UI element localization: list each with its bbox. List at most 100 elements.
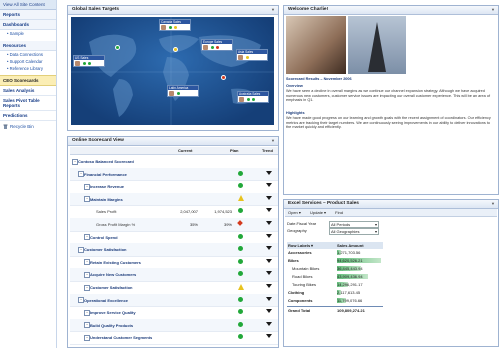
pivot-row-label: Accessories <box>288 250 312 255</box>
trend-arrow-down-icon <box>266 271 272 276</box>
left-navigation: View All Site Content Reports Dashboards… <box>0 0 57 348</box>
panel-menu-icon[interactable]: ▼ <box>271 6 275 14</box>
sales-card-latin-america[interactable]: Latin America <box>167 85 199 97</box>
pivot-row[interactable]: Mountain Bikes 36,445,443.94 <box>287 265 383 272</box>
trend-arrow-down-icon <box>266 221 272 225</box>
dropdown-arrow-icon: ▾ <box>374 229 377 234</box>
kpi-name[interactable]: Financial Performance <box>84 172 127 177</box>
scorecard-row[interactable]: − Retain Existing Customers <box>70 256 278 270</box>
scorecard-row[interactable]: − Maintain Margins <box>70 192 278 207</box>
kpi-name[interactable]: Improve Service Quality <box>90 310 136 315</box>
online-scorecard-panel: Online Scorecard View ▼ Current Plan Tren… <box>67 136 279 348</box>
sales-card-asia[interactable]: Asia Sales <box>236 49 268 61</box>
status-indicator-green <box>211 45 214 49</box>
trend-arrow-down-icon <box>266 208 272 213</box>
scorecard-row[interactable]: − Operational Excellence <box>70 293 278 308</box>
scorecard-row[interactable]: Sales Profit 2,047,007 1,974,523 <box>70 205 278 219</box>
find-button[interactable]: Find <box>335 210 343 215</box>
pivot-row[interactable]: Components 11,799,076.66 <box>287 297 383 304</box>
grand-total-row: Grand Total 109,809,274.21 <box>287 306 383 314</box>
kpi-name[interactable]: Increase Revenue <box>90 184 124 189</box>
geography-filter-dropdown[interactable]: All Geographies ▾ <box>329 228 379 235</box>
scorecard-header-row: Current Plan Trend <box>70 147 278 155</box>
trend-arrow-down-icon <box>266 284 272 288</box>
nav-item-predictions[interactable]: Predictions <box>0 111 56 121</box>
nav-link-support-calendar[interactable]: • Support Calendar <box>0 58 56 65</box>
kpi-name[interactable]: Sales Profit <box>96 209 116 214</box>
nav-item-sales-pivot-reports[interactable]: Sales Pivot Table Reports <box>0 96 56 111</box>
nav-item-sales-analysis[interactable]: Sales Analysis <box>0 86 56 96</box>
kpi-current-value: 2,047,007 <box>180 209 198 215</box>
status-indicator-green <box>247 97 250 101</box>
status-indicator-green <box>238 258 243 264</box>
scorecard-row[interactable]: − Customer Satisfaction <box>70 243 278 257</box>
scorecard-row[interactable]: − Understand Customer Segments <box>70 331 278 345</box>
scorecard-row[interactable]: − Customer Satisfaction <box>70 281 278 295</box>
kpi-name[interactable]: Understand Customer Segments <box>90 335 152 340</box>
kpi-name[interactable]: Customer Satisfaction <box>84 247 126 252</box>
scorecard-row[interactable]: − Increase Revenue <box>70 180 278 194</box>
trend-arrow-down-icon <box>266 183 272 188</box>
kpi-name[interactable]: Gross Profit Margin % <box>96 222 135 227</box>
kpi-name[interactable]: Acquire New Customers <box>90 272 136 277</box>
nav-section-reports[interactable]: Reports <box>0 10 56 20</box>
map-pin[interactable] <box>221 75 226 80</box>
filter-dropdown-icon[interactable]: ▾ <box>311 242 313 249</box>
nav-item-ceo-scorecards[interactable]: CEO Scorecards <box>0 75 56 86</box>
nav-section-resources[interactable]: Resources <box>0 41 56 51</box>
trend-arrow-down-icon <box>266 233 272 238</box>
status-indicator-green <box>88 61 91 65</box>
scorecard-row[interactable]: − Acquire New Customers <box>70 268 278 282</box>
panel-menu-icon[interactable]: ▼ <box>271 137 275 145</box>
nav-link-data-connections[interactable]: • Data Connections <box>0 51 56 58</box>
status-indicator-green <box>177 91 180 95</box>
scorecard-row[interactable]: Gross Profit Margin % 35% 39% <box>70 218 278 232</box>
map-pin[interactable] <box>173 47 178 52</box>
sales-card-europe[interactable]: Europe Sales <box>201 39 233 51</box>
fiscal-year-filter-dropdown[interactable]: All Periods ▾ <box>329 221 379 228</box>
status-indicator-red <box>237 220 243 226</box>
scorecard-row[interactable]: − Improve Service Quality <box>70 306 278 320</box>
kpi-name[interactable]: Retain Existing Customers <box>90 260 141 265</box>
nav-link-sample[interactable]: • Sample <box>0 30 56 37</box>
nav-section-dashboards[interactable]: Dashboards <box>0 20 56 30</box>
scorecard-row[interactable]: − Build Quality Products <box>70 318 278 333</box>
sales-card-australia[interactable]: Australia Sales <box>237 91 269 103</box>
kpi-name[interactable]: Customer Satisfaction <box>90 285 132 290</box>
scorecard-row[interactable]: − Financial Performance <box>70 167 278 182</box>
nav-link-reference-library[interactable]: • Reference Library <box>0 65 56 72</box>
panel-title: Global Sales Targets ▼ <box>68 6 278 15</box>
kpi-name[interactable]: Maintain Margins <box>90 197 123 202</box>
avatar <box>238 54 243 60</box>
pivot-row[interactable]: Accessories 1,271,703.56 <box>287 249 383 256</box>
status-indicator-green <box>238 271 243 277</box>
update-menu-button[interactable]: Update <box>310 210 323 215</box>
pivot-row-label: Clothing <box>288 290 305 295</box>
panel-menu-icon[interactable]: ▼ <box>491 6 495 14</box>
open-menu-button[interactable]: Open <box>288 210 298 215</box>
pivot-header-row: Row Labels ▾ Sales Amount <box>287 242 383 249</box>
kpi-name[interactable]: Build Quality Products <box>90 323 133 328</box>
pivot-row[interactable]: Road Bikes 43,909,436.94 <box>287 273 383 280</box>
recycle-bin-link[interactable]: Recycle Bin <box>0 121 56 132</box>
status-indicator-yellow <box>238 283 244 290</box>
status-indicator-yellow <box>238 195 244 202</box>
view-all-site-content-link[interactable]: View All Site Content <box>0 0 56 10</box>
sales-card-canada[interactable]: Canada Sales <box>159 19 191 31</box>
status-indicator-green <box>252 97 255 101</box>
recycle-bin-icon <box>3 124 8 129</box>
map-pin[interactable] <box>115 45 120 50</box>
sales-card-us[interactable]: US Sales <box>73 55 105 67</box>
pivot-row[interactable]: Bikes 94,620,526.21 <box>287 257 383 264</box>
panel-menu-icon[interactable]: ▼ <box>491 200 495 208</box>
status-indicator-green <box>238 309 243 315</box>
scorecard-row[interactable]: − Contoso Balanced Scorecard <box>70 155 278 169</box>
kpi-name[interactable]: Control Spend <box>90 235 118 240</box>
scorecard-row[interactable]: − Control Spend <box>70 231 278 245</box>
kpi-name[interactable]: Operational Excellence <box>84 298 128 303</box>
pivot-row[interactable]: Touring Bikes 14,296,291.17 <box>287 281 383 288</box>
panel-title: Excel Services – Product Sales ▼ <box>284 200 498 209</box>
pivot-row-value: 43,909,436.94 <box>337 274 363 279</box>
pivot-row[interactable]: Clothing 2,117,613.45 <box>287 289 383 296</box>
kpi-name[interactable]: Contoso Balanced Scorecard <box>78 159 134 164</box>
